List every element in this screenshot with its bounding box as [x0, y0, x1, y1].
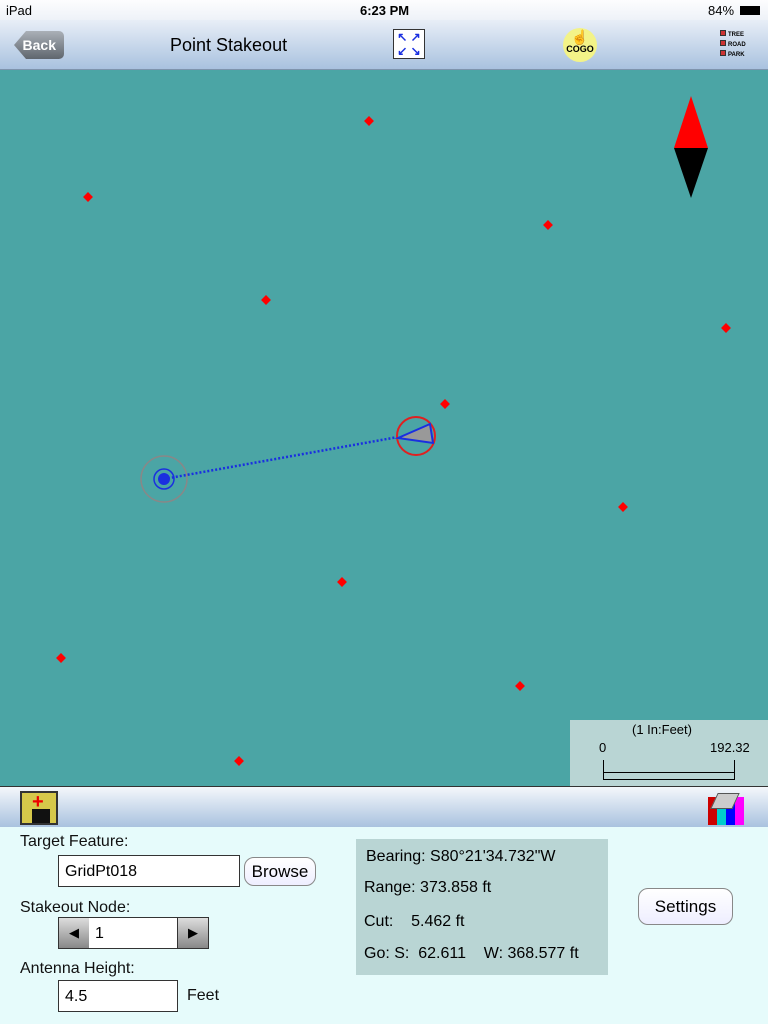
- antenna-height-label: Antenna Height:: [20, 960, 135, 977]
- panel-toolbar: +: [0, 787, 768, 827]
- device-name: iPad: [6, 3, 33, 18]
- stakeout-info-box: Bearing: S80°21'34.732"W Range: 373.858 …: [356, 839, 608, 975]
- battery-icon: [740, 6, 760, 15]
- range-text: Range: 373.858 ft: [364, 879, 492, 896]
- battery-percent: 84%: [708, 3, 735, 18]
- map-scale-bar: (1 In:Feet) 0 192.32: [570, 720, 768, 786]
- legend-tree: TREE: [728, 32, 745, 38]
- grid-point[interactable]: [618, 502, 628, 512]
- node-next-button[interactable]: ▶: [177, 917, 209, 949]
- grid-point[interactable]: [234, 756, 244, 766]
- fullscreen-icon[interactable]: ↖ ↗ ↙ ↘: [393, 29, 425, 59]
- scale-ruler: [603, 760, 735, 780]
- nav-bar: Back Point Stakeout ↖ ↗ ↙ ↘ ☝ COGO TREE RO…: [0, 20, 768, 70]
- browse-button[interactable]: Browse: [244, 857, 316, 886]
- grid-point[interactable]: [83, 192, 93, 202]
- hand-pointer-icon: ☝: [571, 29, 589, 45]
- clock: 6:23 PM: [360, 3, 410, 18]
- stakeout-node-input[interactable]: 1: [89, 917, 179, 949]
- back-button[interactable]: Back: [14, 31, 64, 59]
- grid-point[interactable]: [543, 220, 553, 230]
- page-title: Point Stakeout: [170, 35, 288, 55]
- go-text: Go: S: 62.611 W: 368.577 ft: [364, 945, 579, 962]
- navigation-line: [163, 435, 399, 481]
- stakeout-panel: + Target Feature: GridPt018 Browse Stake…: [0, 786, 768, 1024]
- cut-text: Cut: 5.462 ft: [364, 913, 465, 930]
- legend-road: ROAD: [728, 42, 746, 48]
- current-position-icon: [158, 473, 170, 485]
- cogo-label: COGO: [566, 44, 594, 54]
- antenna-unit: Feet: [187, 987, 220, 1004]
- status-bar: iPad 6:23 PM 84%: [0, 0, 768, 20]
- stakeout-tool-icon[interactable]: +: [20, 791, 58, 825]
- target-feature-label: Target Feature:: [20, 833, 129, 850]
- grid-point[interactable]: [364, 116, 374, 126]
- scale-title: (1 In:Feet): [632, 722, 692, 737]
- antenna-height-input[interactable]: 4.5: [58, 980, 178, 1012]
- grid-point[interactable]: [56, 653, 66, 663]
- stakeout-node-label: Stakeout Node:: [20, 899, 131, 916]
- target-feature-input[interactable]: GridPt018: [58, 855, 240, 887]
- layer-legend-button[interactable]: TREE ROAD PARK: [720, 30, 746, 60]
- grid-point[interactable]: [337, 577, 347, 587]
- scale-ruler-line: [603, 772, 735, 773]
- cogo-button[interactable]: ☝ COGO: [563, 28, 597, 62]
- north-arrow-south: [674, 148, 708, 198]
- scale-min: 0: [599, 740, 607, 755]
- grid-point[interactable]: [515, 681, 525, 691]
- map-canvas[interactable]: [0, 71, 768, 786]
- legend-park: PARK: [728, 52, 745, 58]
- grid-point[interactable]: [440, 399, 450, 409]
- scale-max: 192.32: [710, 740, 750, 755]
- grid-point[interactable]: [261, 295, 271, 305]
- target-marker-icon: [394, 422, 435, 445]
- eraser-icon[interactable]: [708, 793, 744, 825]
- north-arrow-icon: [674, 96, 708, 148]
- settings-button[interactable]: Settings: [638, 888, 733, 925]
- node-previous-button[interactable]: ◀: [58, 917, 90, 949]
- grid-point[interactable]: [721, 323, 731, 333]
- bearing-text: Bearing: S80°21'34.732"W: [366, 848, 556, 865]
